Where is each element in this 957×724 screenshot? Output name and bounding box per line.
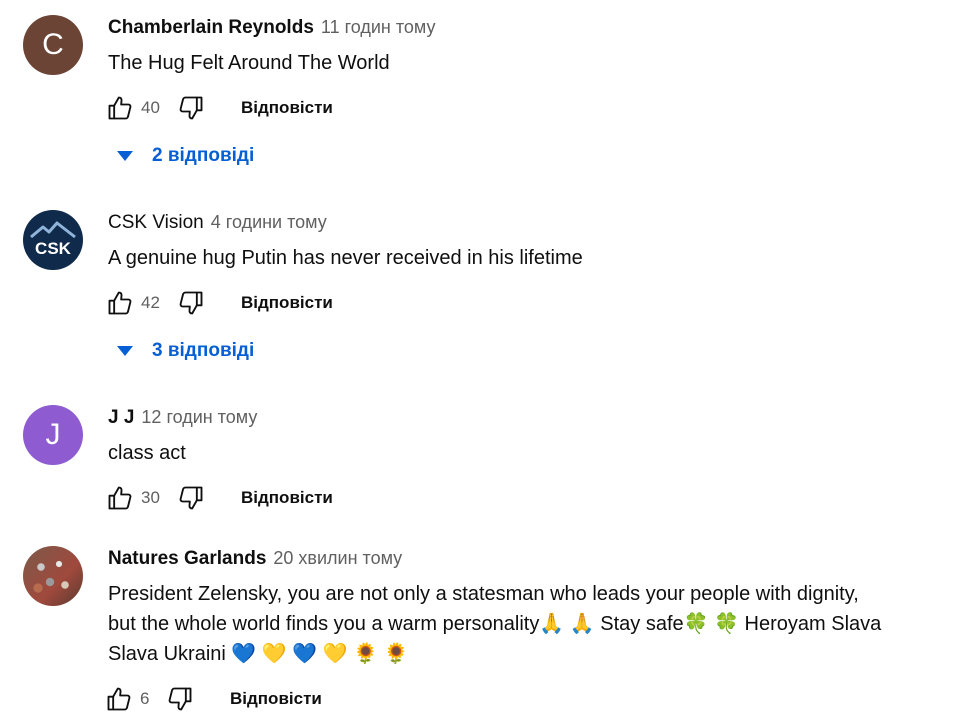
comment-time[interactable]: 12 годин тому [141, 407, 257, 428]
reply-button[interactable]: Відповісти [230, 689, 322, 709]
comment-actions: 30 Відповісти [104, 482, 333, 514]
comment-text-line: but the whole world finds you a warm per… [108, 613, 882, 635]
author-name[interactable]: Natures Garlands [108, 548, 266, 570]
like-button[interactable] [103, 683, 135, 715]
reply-button[interactable]: Відповісти [241, 98, 333, 118]
comment-header: Chamberlain Reynolds 11 годин тому [108, 17, 436, 39]
dislike-button[interactable] [164, 683, 196, 715]
replies-count-label: 3 відповіді [152, 340, 255, 361]
reply-button[interactable]: Відповісти [241, 488, 333, 508]
avatar[interactable]: J [23, 405, 83, 465]
replies-count-label: 2 відповіді [152, 145, 255, 166]
like-button[interactable] [104, 92, 136, 124]
like-count: 40 [141, 98, 160, 117]
thumb-up-icon [108, 486, 132, 510]
comment-text-line: Slava Ukraini 💙 💛 💙 💛 🌻 🌻 [108, 643, 409, 665]
csk-logo-icon: CSK [30, 221, 76, 258]
avatar[interactable]: CSK [23, 210, 83, 270]
comment-time[interactable]: 11 годин тому [321, 17, 436, 38]
reply-button[interactable]: Відповісти [241, 293, 333, 313]
comment-header: Natures Garlands 20 хвилин тому [108, 548, 402, 570]
comment-actions: 6 Відповісти [103, 683, 322, 715]
comment-text: The Hug Felt Around The World [108, 52, 390, 74]
view-replies-button[interactable]: 2 відповіді [112, 145, 254, 167]
dislike-button[interactable] [175, 482, 207, 514]
dislike-button[interactable] [175, 92, 207, 124]
like-count: 6 [140, 689, 150, 708]
comment-time[interactable]: 20 хвилин тому [273, 548, 402, 569]
caret-down-icon [112, 150, 138, 162]
avatar[interactable]: C [23, 15, 83, 75]
thumb-down-icon [179, 291, 203, 315]
author-name[interactable]: J J [108, 407, 134, 429]
caret-down-icon [112, 345, 138, 357]
comment-actions: 40 Відповісти [104, 92, 333, 124]
thumb-down-icon [179, 96, 203, 120]
like-count: 30 [141, 488, 160, 507]
avatar[interactable] [23, 546, 83, 606]
comment-text: President Zelensky, you are not only a s… [108, 579, 881, 669]
comment-header: J J 12 годин тому [108, 407, 257, 429]
comment-text: class act [108, 442, 186, 464]
thumb-down-icon [179, 486, 203, 510]
comment-time[interactable]: 4 години тому [211, 212, 327, 233]
dislike-button[interactable] [175, 287, 207, 319]
comment-actions: 42 Відповісти [104, 287, 333, 319]
comment-text: A genuine hug Putin has never received i… [108, 247, 583, 269]
author-name[interactable]: Chamberlain Reynolds [108, 17, 314, 39]
avatar-letter: J [45, 418, 61, 451]
thumb-up-icon [108, 96, 132, 120]
comment-header: CSK Vision 4 години тому [108, 212, 327, 234]
like-count: 42 [141, 293, 160, 312]
author-name[interactable]: CSK Vision [108, 212, 204, 234]
like-button[interactable] [104, 287, 136, 319]
avatar-logo-text: CSK [35, 239, 72, 258]
comment-text-line: President Zelensky, you are not only a s… [108, 583, 859, 605]
like-button[interactable] [104, 482, 136, 514]
thumb-down-icon [168, 687, 192, 711]
thumb-up-icon [107, 687, 131, 711]
view-replies-button[interactable]: 3 відповіді [112, 340, 254, 362]
thumb-up-icon [108, 291, 132, 315]
avatar-letter: C [42, 28, 64, 61]
